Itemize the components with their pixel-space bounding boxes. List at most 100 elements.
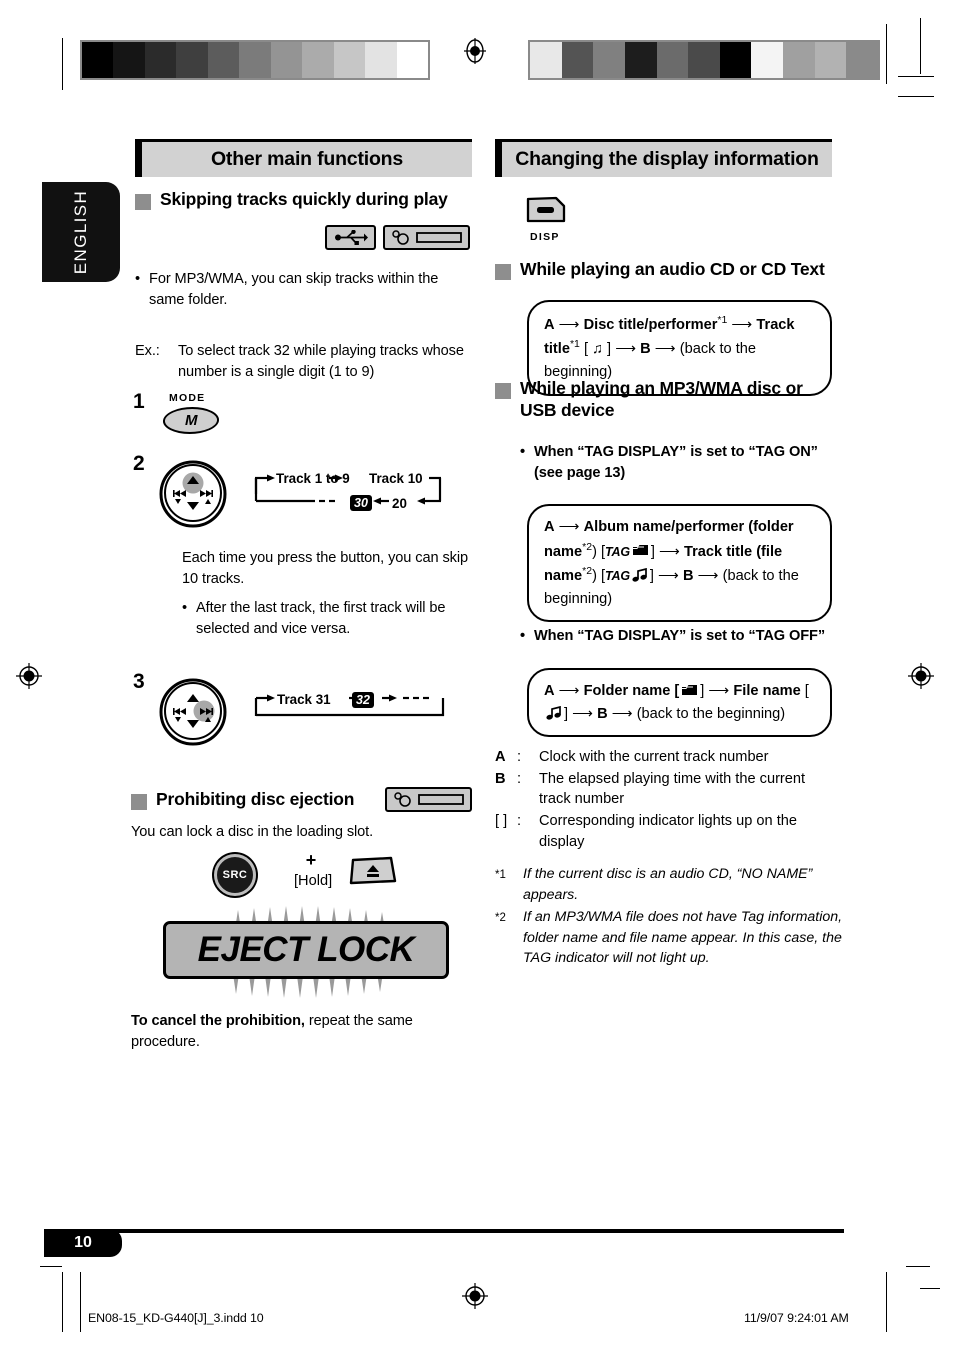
eject-icon[interactable]	[349, 855, 397, 885]
eject-lock-text: EJECT LOCK	[197, 930, 415, 969]
definition-colon: :	[517, 770, 522, 787]
tag-indicator-label: TAG	[605, 544, 630, 559]
mode-button[interactable]: M	[161, 407, 221, 434]
arrow-icon: ⟶	[654, 341, 676, 358]
crop-mark-right-inner	[886, 24, 887, 84]
calibration-swatch	[751, 42, 783, 78]
mode-button-group[interactable]: MODE M	[161, 392, 221, 434]
arrow-icon: ⟶	[615, 341, 637, 358]
src-button-label: SRC	[222, 869, 248, 881]
skip-bullet-text: • For MP3/WMA, you can skip tracks withi…	[135, 269, 475, 310]
calibration-swatch	[239, 42, 271, 78]
flow-step2-label-a: Track 1 to 9	[276, 471, 350, 486]
flowbox3-d: File name	[733, 683, 801, 699]
calibration-swatch	[82, 42, 114, 78]
combo-plus: + [Hold]	[294, 850, 332, 889]
note-icon-bracket: [ ♫ ]	[583, 341, 612, 358]
flow-box-tag-off: A ⟶ Folder name [] ⟶ File name [] ⟶ B ⟶ …	[527, 668, 832, 738]
calibration-swatch	[719, 42, 752, 78]
flowbox2-e: ]	[650, 543, 660, 560]
imprint-left: EN08-15_KD-G440[J]_3.indd 10	[88, 1311, 264, 1325]
crop-mark-bottom-right	[886, 1272, 887, 1332]
calibration-swatch	[814, 42, 847, 78]
src-button[interactable]: SRC	[214, 854, 256, 896]
src-button-face[interactable]: SRC	[214, 854, 256, 896]
arrow-icon: ⟶	[697, 567, 719, 584]
eject-lock-display: EJECT LOCK	[163, 921, 449, 979]
faceplate-icon	[383, 225, 470, 250]
mode-button-text: M	[184, 412, 198, 429]
flowbox1-sup: *1	[717, 314, 728, 326]
calibration-swatch	[113, 42, 145, 78]
example-text: To select track 32 while playing tracks …	[178, 343, 464, 380]
crop-mark-right-outer	[920, 18, 921, 74]
note-icon	[632, 567, 647, 582]
control-dial-next[interactable]	[158, 676, 228, 746]
calibration-swatch	[333, 42, 366, 78]
definition-key: A	[495, 749, 506, 765]
flow-step2-label-c: 20	[392, 496, 407, 511]
flowbox3-e: [	[804, 683, 809, 699]
calibration-swatch	[144, 42, 177, 78]
flowbox1-a: A	[544, 316, 555, 333]
step2-sub-bullet-label: After the last track, the first track wi…	[196, 600, 446, 637]
arrow-icon: ⟶	[572, 705, 594, 722]
arrow-icon: ⟶	[708, 683, 730, 699]
subhead-audio-cd: While playing an audio CD or CD Text	[495, 259, 840, 281]
flowbox1-b: Disc title/performer	[583, 316, 718, 333]
calibration-swatch	[270, 42, 303, 78]
right-section-header-label: Changing the display information	[515, 148, 819, 170]
crop-mark-bottom-h-left	[40, 1266, 62, 1267]
flowbox2-sup: *2	[582, 540, 593, 553]
crop-mark-right-h2	[898, 96, 934, 97]
calibration-swatch	[561, 42, 594, 78]
folder-icon	[632, 545, 648, 556]
crop-mark-left	[62, 38, 63, 90]
imprint-right: 11/9/07 9:24:01 AM	[744, 1311, 849, 1325]
flowbox2-k: (back to the	[722, 567, 799, 584]
footnote-text: If an MP3/WMA file does not have Tag inf…	[523, 909, 843, 967]
registration-mark-bottom	[462, 1283, 488, 1309]
bullet-tag-off-label: When “TAG DISPLAY” is set to “TAG OFF”	[534, 628, 826, 644]
flowbox2-b: Album name/performer (folder	[583, 519, 794, 535]
cancel-prohibition-text: To cancel the prohibition, repeat the sa…	[131, 1011, 471, 1052]
flowbox1-sup2: *1	[569, 338, 580, 351]
flowbox2-d: ) [	[592, 543, 606, 560]
skip-bullet-label: For MP3/WMA, you can skip tracks within …	[149, 271, 439, 308]
definition-value: The elapsed playing time with the curren…	[539, 770, 806, 808]
disp-icon[interactable]	[526, 196, 566, 224]
section-marker-square	[495, 264, 511, 280]
flowbox2-i: ]	[649, 567, 659, 584]
flowbox3-f: ]	[564, 705, 573, 722]
example-block: Ex.: To select track 32 while playing tr…	[135, 341, 475, 382]
arrow-icon: ⟶	[558, 519, 580, 535]
section-marker-square	[495, 383, 511, 399]
crop-mark-bottom-h-right2	[920, 1288, 940, 1289]
usb-icon	[325, 225, 376, 250]
flowbox2-a: A	[544, 519, 555, 535]
calibration-swatch	[176, 42, 208, 78]
calibration-swatch	[688, 42, 720, 78]
disp-button-group[interactable]: DISP	[526, 196, 566, 243]
flowbox1-e: B	[640, 341, 651, 358]
footnote-list: *1 If the current disc is an audio CD, “…	[495, 864, 845, 971]
arrow-icon: ⟶	[659, 543, 680, 560]
control-dial-up[interactable]	[158, 458, 228, 528]
flowbox2-h: ) [	[592, 567, 606, 584]
disp-button-label: DISP	[530, 231, 560, 243]
definition-list: A : Clock with the current track number …	[495, 747, 840, 854]
footnote-marker: *2	[495, 912, 506, 925]
step-1-number: 1	[133, 390, 145, 413]
subhead-mp3-usb: While playing an MP3/WMA disc or USB dev…	[495, 378, 825, 422]
definition-row: B : The elapsed playing time with the cu…	[495, 769, 840, 810]
flow-step3-label-a: Track 31	[277, 692, 331, 707]
calibration-swatch	[783, 42, 815, 78]
arrow-icon: ⟶	[731, 316, 753, 333]
subhead-skipping-tracks: Skipping tracks quickly during play	[135, 189, 475, 211]
flowbox2-g: name	[544, 567, 583, 584]
registration-mark-top	[464, 38, 486, 64]
crop-mark-bottom-h-right	[906, 1266, 930, 1267]
definition-row: [ ] : Corresponding indicator lights up …	[495, 811, 840, 852]
bullet-dot: •	[520, 628, 526, 644]
left-section-header-label: Other main functions	[210, 148, 404, 170]
